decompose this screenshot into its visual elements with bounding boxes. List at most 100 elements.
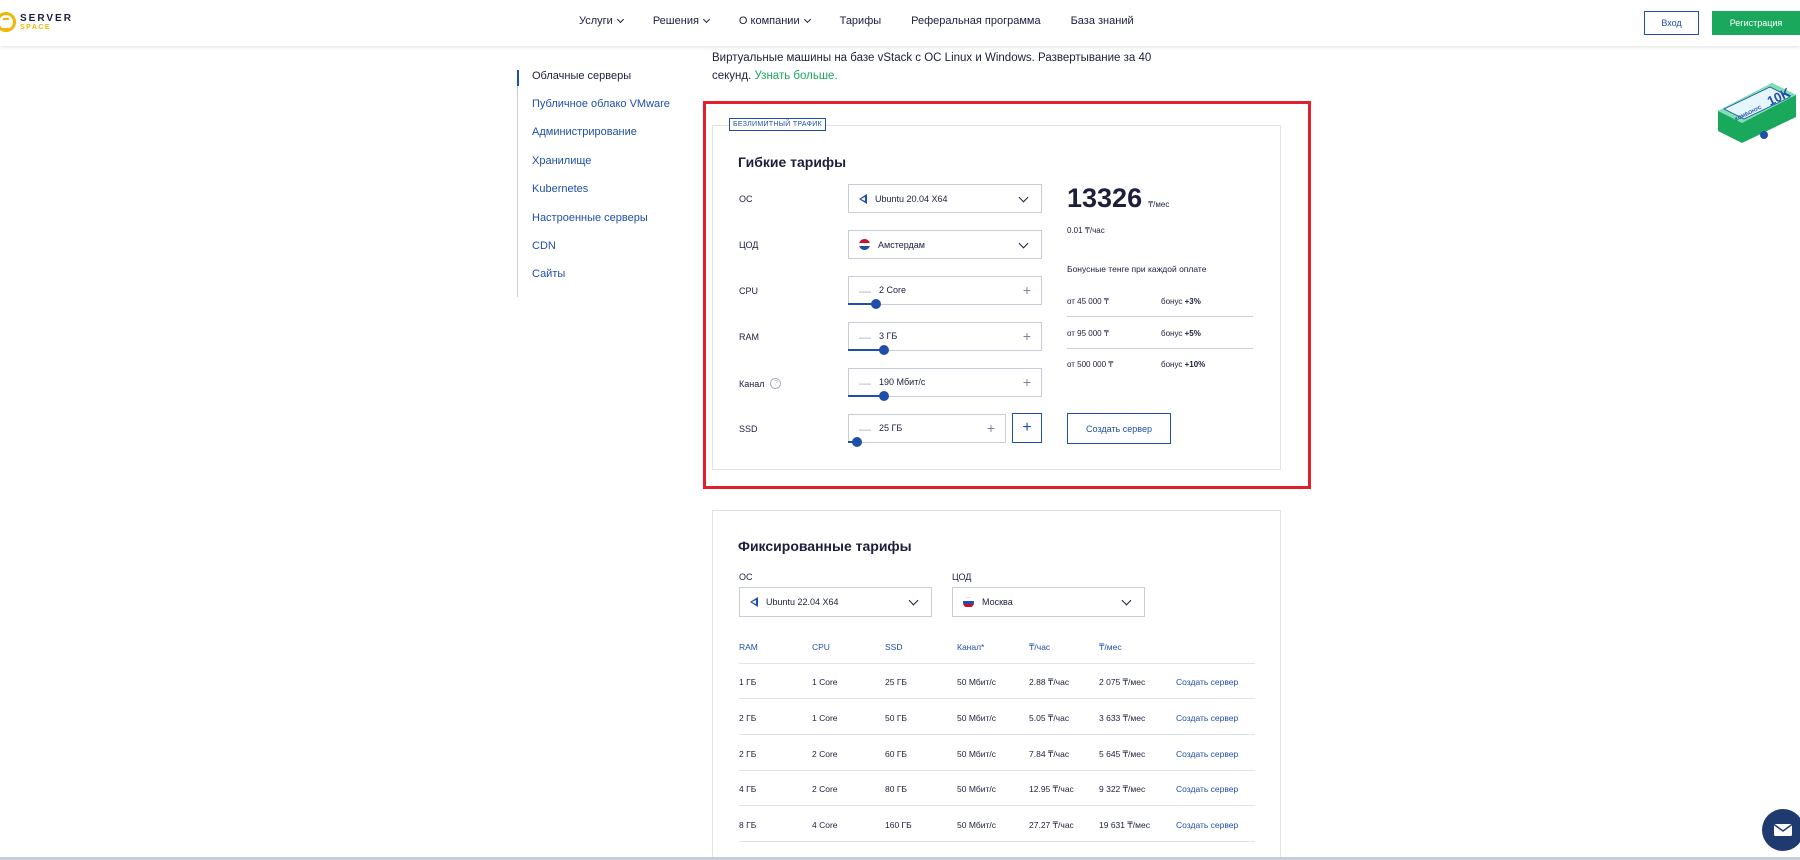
fixed-os-select[interactable]: Ubuntu 22.04 X64 [739,587,932,617]
fixed-datacenter-label: ЦОД [952,572,972,582]
nav-item-5[interactable]: База знаний [1071,15,1134,27]
fixed-os-label: ОС [739,572,753,582]
register-button[interactable]: Регистрация [1712,11,1800,35]
channel-label: Канал [739,378,765,389]
nav-item-2[interactable]: О компании [739,15,811,27]
sidebar-item-3[interactable]: Хранилище [518,155,670,183]
table-divider [739,769,1255,771]
sidebar-item-4[interactable]: Kubernetes [518,183,670,211]
bonus-divider [1067,347,1253,349]
cpu-value: 2 Core [879,285,907,295]
ssd-stepper[interactable]: — 25 ГБ + [848,414,1006,447]
nav-item-label: Решения [652,15,699,27]
server-space-logo[interactable]: SERVER SPACE [0,12,73,32]
table-cell: 2 Core [812,784,838,795]
os-label: ОС [739,194,753,204]
datacenter-label: ЦОД [739,240,759,250]
channel-stepper[interactable]: — 190 Мбит/с + [848,368,1042,401]
nav-item-1[interactable]: Решения [652,15,710,27]
create-server-link[interactable]: Создать сервер [1176,677,1238,687]
table-cell: 12.95 ₸/час [1029,784,1074,795]
chevron-down-icon [803,15,811,24]
ram-stepper[interactable]: — 3 ГБ + [848,322,1042,355]
plus-icon[interactable]: + [1023,282,1031,298]
datacenter-select[interactable]: Амстердам [848,230,1042,259]
price-unit: ₸/мес [1148,200,1170,209]
nav-item-label: Услуги [579,15,613,27]
table-cell: 80 ГБ [885,784,907,795]
sidebar-item-5[interactable]: Настроенные серверы [518,212,670,240]
price-block: 13326 ₸/мес [1067,183,1169,214]
bonus-percent: бонус +5% [1161,329,1201,338]
plus-icon[interactable]: + [1023,328,1031,344]
mail-chat-button[interactable] [1762,809,1800,851]
sidebar-item-6[interactable]: CDN [518,240,670,268]
table-cell: 160 ГБ [885,820,912,831]
bonus-value: +10% [1184,360,1206,369]
channel-label-row: Канал ? [739,378,782,389]
add-disk-button[interactable]: + [1012,413,1042,443]
ram-slider-track [848,349,884,351]
create-server-link[interactable]: Создать сервер [1176,784,1238,794]
plus-icon[interactable]: + [987,420,995,436]
minus-icon[interactable]: — [859,284,871,298]
table-cell: 50 ГБ [885,712,907,723]
table-header-4: ₸/час [1029,642,1051,652]
login-button[interactable]: Вход [1644,11,1699,35]
create-server-link[interactable]: Создать сервер [1176,820,1238,830]
create-server-button[interactable]: Создать сервер [1067,413,1171,444]
intro-text: Виртуальные машины на базе vStack с ОС L… [712,49,1162,85]
main-nav: Услуги Решения О компании Тарифы Реферальная… [579,15,1164,27]
sidebar-item-2[interactable]: Администрирование [518,126,670,154]
nav-item-0[interactable]: Услуги [579,15,624,27]
datacenter-select-value: Амстердам [878,239,925,250]
bonus-row: от 45 000 ₸ бонус +3% [1067,297,1253,321]
table-cell: 25 ГБ [885,677,907,687]
ssd-label: SSD [739,424,758,434]
nav-item-3[interactable]: Тарифы [840,15,882,27]
monthly-price: 13326 [1067,183,1143,213]
sidebar-item-0[interactable]: Облачные серверы [517,70,670,86]
unlimited-traffic-badge: БЕЗЛИМИТНЫЙ ТРАФИК [729,118,826,131]
learn-more-link[interactable]: Узнать больше. [755,70,838,82]
bonus-value: +3% [1184,297,1201,306]
fixed-datacenter-value: Москва [982,597,1013,607]
cpu-stepper[interactable]: — 2 Core + [848,276,1042,309]
chevron-down-icon [1121,595,1132,606]
table-cell: 8 ГБ [739,820,757,831]
table-cell: 5.05 ₸/час [1029,712,1070,723]
bonus-value: +5% [1184,328,1201,338]
bonus-prefix: бонус [1161,360,1183,369]
minus-icon[interactable]: — [859,376,871,390]
table-cell: 2 Core [812,748,838,759]
logo-text-top: SERVER [20,12,73,24]
table-cell: 1 ГБ [739,677,757,687]
table-cell: 4 Core [812,820,838,831]
sidebar-item-7[interactable]: Сайты [518,268,670,296]
table-cell: 50 Мбит/с [957,712,997,723]
chevron-down-icon [616,15,624,24]
table-divider [739,841,1255,843]
bonus-threshold: от 45 000 ₸ [1067,297,1109,306]
bonus-percent: бонус +3% [1161,297,1201,306]
promo-10k-badge[interactable]: 10K КОМБОНУС [1714,79,1798,145]
nav-item-4[interactable]: Реферальная программа [911,15,1040,27]
fixed-datacenter-select[interactable]: Москва [952,587,1145,617]
bonus-threshold: от 500 000 ₸ [1067,360,1114,369]
help-icon[interactable]: ? [770,378,782,389]
table-divider [739,698,1255,699]
create-server-link[interactable]: Создать сервер [1176,749,1238,759]
site-header: SERVER SPACE Услуги Решения О компании Тари… [0,0,1800,46]
hourly-price: 0.01 ₸/час [1067,226,1105,235]
chevron-down-icon [702,15,710,24]
table-header-5: ₸/мес [1099,642,1122,652]
ssd-slider-handle[interactable] [852,437,862,447]
os-select[interactable]: Ubuntu 20.04 X64 [848,184,1042,213]
create-server-link[interactable]: Создать сервер [1176,713,1238,723]
sidebar-item-1[interactable]: Публичное облако VMware [518,98,670,126]
table-cell: 5 645 ₸/мес [1099,748,1146,759]
minus-icon[interactable]: — [859,330,871,344]
table-cell: 50 Мбит/с [957,784,997,795]
minus-icon[interactable]: — [859,422,871,436]
plus-icon[interactable]: + [1023,374,1031,390]
